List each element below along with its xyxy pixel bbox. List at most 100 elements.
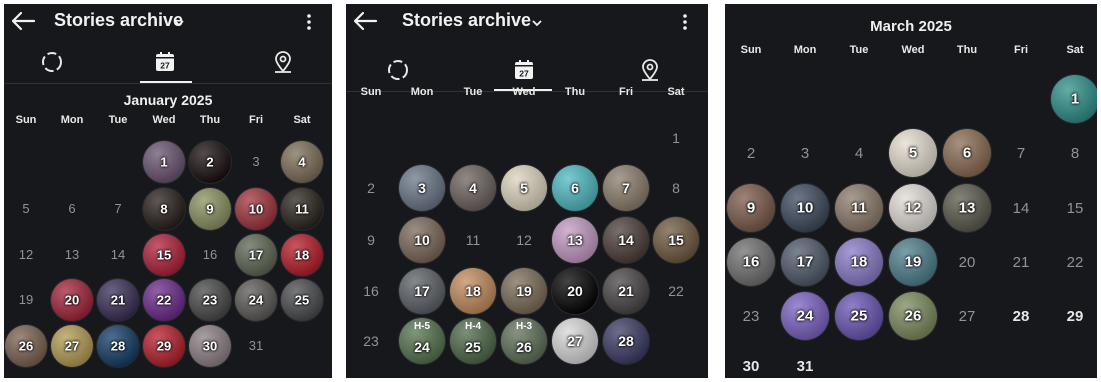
chevron-down-icon[interactable]	[172, 16, 186, 30]
day-number: 4	[469, 180, 477, 196]
weekday-label: Fri	[618, 86, 634, 98]
stories-archive-panel-march: March 2025 Sun Mon Tue Wed Thu Fri Sat 1 2 3 4 5 6 7 8…	[725, 4, 1097, 378]
weekday-label: Sat	[667, 86, 685, 98]
story-day-thumbnail[interactable]: 25	[281, 279, 323, 321]
story-day-thumbnail[interactable]: 23	[189, 279, 231, 321]
story-day-thumbnail[interactable]: 27	[552, 318, 598, 364]
story-day-thumbnail[interactable]: 16	[727, 238, 775, 286]
day-number: 22	[1066, 254, 1084, 271]
story-day-thumbnail[interactable]: 17	[399, 268, 445, 314]
story-day-thumbnail[interactable]: 17	[781, 238, 829, 286]
story-day-thumbnail[interactable]: 24	[235, 279, 277, 321]
story-day-thumbnail[interactable]: 26	[889, 292, 937, 340]
story-day-thumbnail[interactable]: 26	[5, 325, 47, 367]
day-number: 1	[672, 130, 680, 146]
day-number: 24	[796, 307, 814, 325]
story-day-thumbnail[interactable]: 5	[501, 165, 547, 211]
tab-stories[interactable]	[368, 50, 428, 90]
tab-calendar[interactable]: 27	[135, 42, 195, 82]
top-bar: Stories archive	[4, 4, 332, 38]
story-day-thumbnail[interactable]: 5	[889, 129, 937, 177]
day-number: 22	[156, 292, 172, 308]
day-number: 9	[206, 201, 214, 217]
story-day-thumbnail[interactable]: 19	[889, 238, 937, 286]
story-day-thumbnail[interactable]: 18	[281, 234, 323, 276]
story-day-thumbnail[interactable]: 9	[189, 188, 231, 230]
story-day-thumbnail[interactable]: 11	[835, 184, 883, 232]
story-day-thumbnail[interactable]: 6	[943, 129, 991, 177]
tab-calendar[interactable]: 27	[494, 50, 554, 90]
story-day-thumbnail[interactable]: H-5 24	[399, 318, 445, 364]
story-day-thumbnail[interactable]: 15	[653, 217, 699, 263]
story-day-thumbnail[interactable]: 21	[603, 268, 649, 314]
tab-map[interactable]	[620, 50, 680, 90]
story-day-thumbnail[interactable]: 14	[603, 217, 649, 263]
day-number: 13	[958, 199, 976, 217]
story-day-thumbnail[interactable]: 30	[189, 325, 231, 367]
back-arrow-icon[interactable]	[352, 10, 378, 32]
day-number: 27	[567, 333, 583, 349]
day-number: 2	[206, 154, 214, 170]
story-day-thumbnail[interactable]: 1	[143, 141, 185, 183]
story-day-thumbnail[interactable]: 6	[552, 165, 598, 211]
story-day-thumbnail[interactable]: 10	[399, 217, 445, 263]
story-day-thumbnail[interactable]: 1	[1051, 75, 1097, 123]
story-day-thumbnail[interactable]: 24	[781, 292, 829, 340]
day-number: 8	[1070, 145, 1080, 162]
day-number: 14	[1012, 200, 1030, 217]
story-day-thumbnail[interactable]: 10	[781, 184, 829, 232]
more-vertical-icon[interactable]	[680, 12, 690, 32]
day-number: 8	[160, 201, 168, 217]
day-number: 17	[414, 283, 430, 299]
story-day-thumbnail[interactable]: 18	[450, 268, 496, 314]
page-title[interactable]: Stories archive	[54, 10, 183, 31]
story-day-thumbnail[interactable]: 12	[889, 184, 937, 232]
story-day-thumbnail[interactable]: H-4 25	[450, 318, 496, 364]
story-day-thumbnail[interactable]: 19	[501, 268, 547, 314]
more-vertical-icon[interactable]	[304, 12, 314, 32]
story-day-thumbnail[interactable]: H-3 26	[501, 318, 547, 364]
day-number: 5	[22, 201, 30, 216]
day-number: 23	[742, 308, 760, 325]
tab-stories[interactable]	[22, 42, 82, 82]
day-number: 4	[298, 154, 306, 170]
story-day-thumbnail[interactable]: 10	[235, 188, 277, 230]
story-day-thumbnail[interactable]: 18	[835, 238, 883, 286]
story-day-thumbnail[interactable]: 22	[143, 279, 185, 321]
story-day-thumbnail[interactable]: 17	[235, 234, 277, 276]
story-day-thumbnail[interactable]: 2	[189, 141, 231, 183]
story-day-thumbnail[interactable]: 27	[51, 325, 93, 367]
day-number: 30	[742, 358, 760, 375]
story-day-thumbnail[interactable]: 11	[281, 188, 323, 230]
tab-map[interactable]	[253, 42, 313, 82]
calendar-icon-date: 27	[519, 69, 529, 79]
story-day-thumbnail[interactable]: 25	[835, 292, 883, 340]
story-day-thumbnail[interactable]: 8	[143, 188, 185, 230]
story-day-thumbnail[interactable]: 13	[552, 217, 598, 263]
story-day-thumbnail[interactable]: 3	[399, 165, 445, 211]
page-title[interactable]: Stories archive	[402, 10, 531, 31]
day-number: 15	[1066, 200, 1084, 217]
story-day-thumbnail[interactable]: 20	[51, 279, 93, 321]
story-day-thumbnail[interactable]: 29	[143, 325, 185, 367]
day-number: 31	[796, 358, 814, 375]
story-day-thumbnail[interactable]: 21	[97, 279, 139, 321]
day-number: 21	[110, 292, 126, 308]
day-number: 5	[908, 144, 918, 162]
story-day-thumbnail[interactable]: 15	[143, 234, 185, 276]
day-number: 20	[958, 254, 976, 271]
story-day-thumbnail[interactable]: 13	[943, 184, 991, 232]
story-day-thumbnail[interactable]: 4	[281, 141, 323, 183]
story-day-thumbnail[interactable]: 4	[450, 165, 496, 211]
story-day-thumbnail[interactable]: 20	[552, 268, 598, 314]
day-number: 3	[800, 145, 810, 162]
back-arrow-icon[interactable]	[10, 10, 36, 32]
day-number: 1	[160, 154, 168, 170]
weekday-label: Thu	[956, 44, 978, 56]
story-day-thumbnail[interactable]: 7	[603, 165, 649, 211]
chevron-down-icon[interactable]	[530, 16, 544, 30]
story-day-thumbnail[interactable]: 28	[97, 325, 139, 367]
story-day-thumbnail[interactable]: 28	[603, 318, 649, 364]
calendar-icon: 27	[515, 60, 533, 79]
story-day-thumbnail[interactable]: 9	[727, 184, 775, 232]
